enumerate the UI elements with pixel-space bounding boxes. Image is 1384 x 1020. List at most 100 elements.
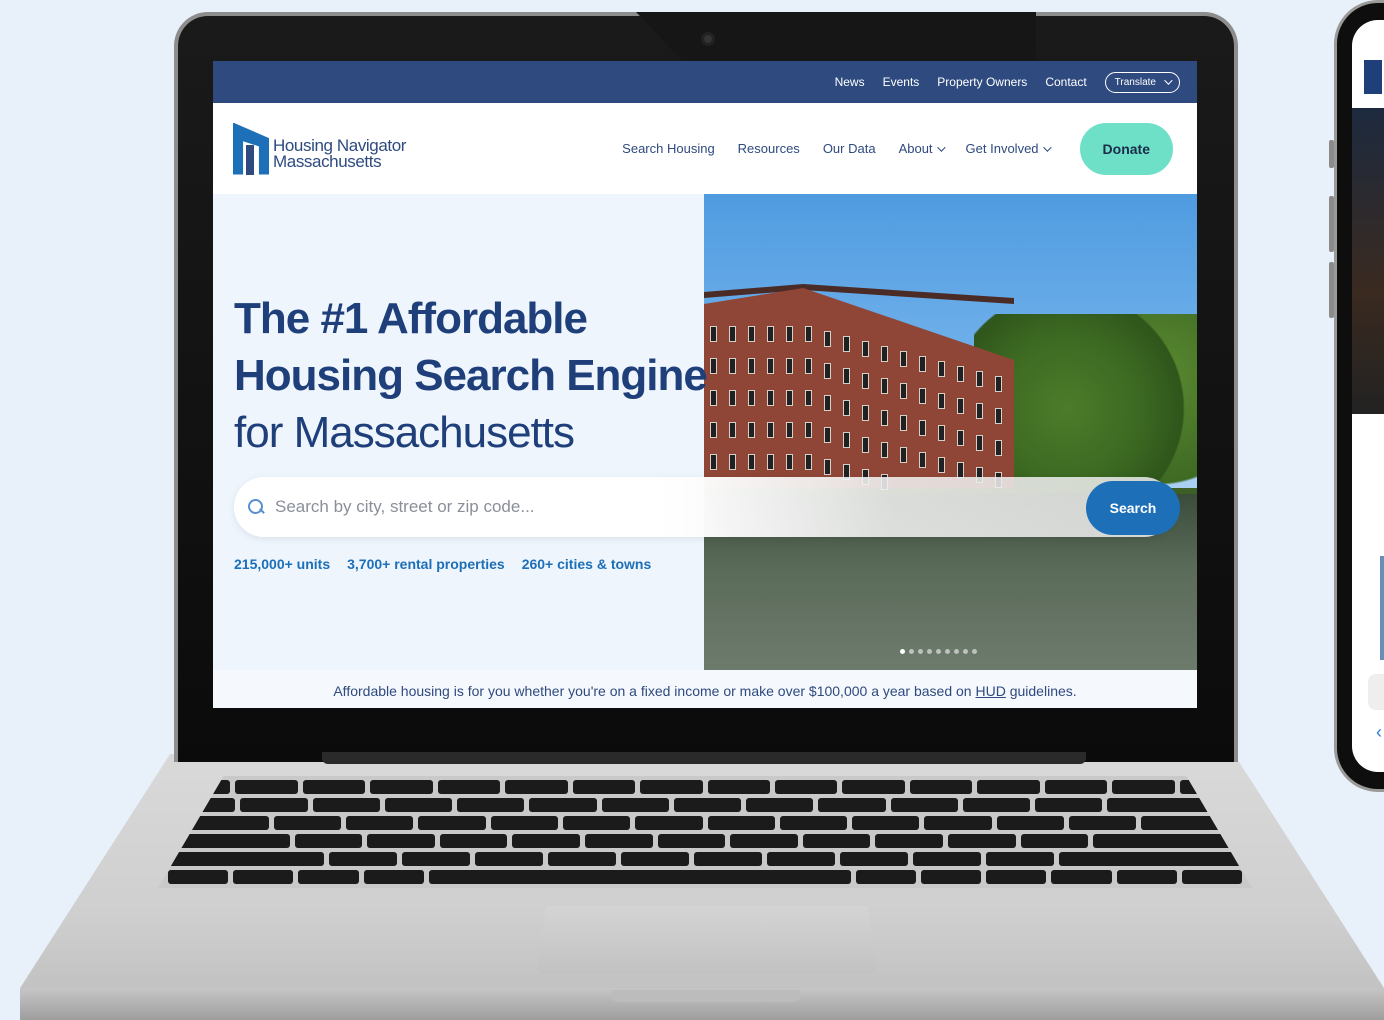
building-window (957, 430, 964, 446)
carousel-dot[interactable] (909, 649, 914, 654)
carousel-dot[interactable] (972, 649, 977, 654)
topbar-link-property-owners[interactable]: Property Owners (937, 75, 1027, 89)
hero-title-line1: The #1 Affordable (234, 294, 588, 343)
building-window (710, 390, 717, 406)
building-window (919, 356, 926, 372)
carousel-dot[interactable] (945, 649, 950, 654)
hud-link[interactable]: HUD (975, 683, 1005, 699)
building-window (824, 331, 831, 347)
building-window (710, 454, 717, 470)
stat-units: 215,000+ units (234, 556, 331, 572)
logo-line2: Massachusetts (273, 151, 382, 171)
building-window (843, 368, 850, 384)
building-window (767, 390, 774, 406)
laptop-hinge (322, 752, 1086, 764)
hero-photo (704, 194, 1197, 670)
note-text-after: guidelines. (1005, 683, 1077, 699)
building-window (767, 358, 774, 374)
phone-hero-image (1352, 108, 1384, 414)
building-window (843, 336, 850, 352)
building-window (824, 395, 831, 411)
phone-logo (1364, 60, 1382, 94)
donate-button[interactable]: Donate (1079, 122, 1173, 175)
building-window (710, 422, 717, 438)
hero-title-line3: for Massachusetts (234, 408, 575, 457)
back-arrow-icon: ‹ (1376, 722, 1382, 742)
building-window (748, 454, 755, 470)
building-window (976, 371, 983, 387)
nav-about[interactable]: About (899, 141, 946, 156)
building-window (900, 415, 907, 431)
nav-get-involved-label: Get Involved (965, 141, 1039, 156)
building-window (862, 437, 869, 453)
carousel-dot[interactable] (927, 649, 932, 654)
building-window (938, 425, 945, 441)
topbar-link-events[interactable]: Events (883, 75, 920, 89)
building-window (805, 390, 812, 406)
search-input[interactable] (275, 497, 1035, 517)
building-window (938, 457, 945, 473)
building-window (824, 363, 831, 379)
note-text-before: Affordable housing is for you whether yo… (333, 683, 976, 699)
building-window (786, 326, 793, 342)
nav-get-involved[interactable]: Get Involved (965, 141, 1052, 156)
building-window (995, 376, 1002, 392)
carousel-dot[interactable] (918, 649, 923, 654)
main-nav: Housing Navigator Massachusetts Search H… (213, 103, 1197, 194)
camera-icon (701, 32, 715, 46)
building-window (919, 388, 926, 404)
building-window (919, 452, 926, 468)
keyboard (158, 776, 1252, 888)
search-button[interactable]: Search (1086, 481, 1180, 535)
stats-row: 215,000+ units 3,700+ rental properties … (234, 556, 651, 572)
carousel-dot[interactable] (954, 649, 959, 654)
building-window (862, 405, 869, 421)
topbar-link-news[interactable]: News (835, 75, 865, 89)
building-window (786, 390, 793, 406)
building-window (767, 422, 774, 438)
building-window (729, 390, 736, 406)
carousel-dot[interactable] (900, 649, 905, 654)
building-window (805, 454, 812, 470)
building-window (900, 383, 907, 399)
topbar-link-contact[interactable]: Contact (1045, 75, 1086, 89)
building-window (805, 358, 812, 374)
building-window (748, 422, 755, 438)
building-window (729, 358, 736, 374)
building-window (729, 454, 736, 470)
stat-properties: 3,700+ rental properties (347, 556, 505, 572)
building-window (843, 400, 850, 416)
site-logo[interactable]: Housing Navigator Massachusetts (233, 122, 406, 175)
building-window (938, 361, 945, 377)
building-window (729, 422, 736, 438)
building-window (824, 427, 831, 443)
building-window (805, 326, 812, 342)
nav-our-data[interactable]: Our Data (823, 141, 876, 156)
search-icon (247, 498, 265, 516)
building-window (843, 432, 850, 448)
building-window (786, 454, 793, 470)
building-window (957, 366, 964, 382)
building-window (748, 326, 755, 342)
trackpad (536, 906, 878, 974)
carousel-indicators[interactable] (900, 649, 977, 654)
building-window (881, 378, 888, 394)
translate-dropdown[interactable]: Translate (1104, 71, 1180, 93)
nav-search-housing[interactable]: Search Housing (622, 141, 715, 156)
carousel-dot[interactable] (936, 649, 941, 654)
building-window (710, 358, 717, 374)
building-window (881, 442, 888, 458)
building-window (976, 435, 983, 451)
building-window (862, 373, 869, 389)
carousel-dot[interactable] (963, 649, 968, 654)
building-window (786, 358, 793, 374)
building-window (957, 462, 964, 478)
building-window (767, 326, 774, 342)
laptop-screen: News Events Property Owners Contact Tran… (213, 61, 1197, 708)
building-window (881, 410, 888, 426)
chevron-down-icon (1042, 142, 1052, 152)
nav-resources[interactable]: Resources (738, 141, 800, 156)
chevron-down-icon (1164, 76, 1173, 85)
lid-notch (636, 12, 1036, 62)
translate-label: Translate (1114, 76, 1156, 88)
